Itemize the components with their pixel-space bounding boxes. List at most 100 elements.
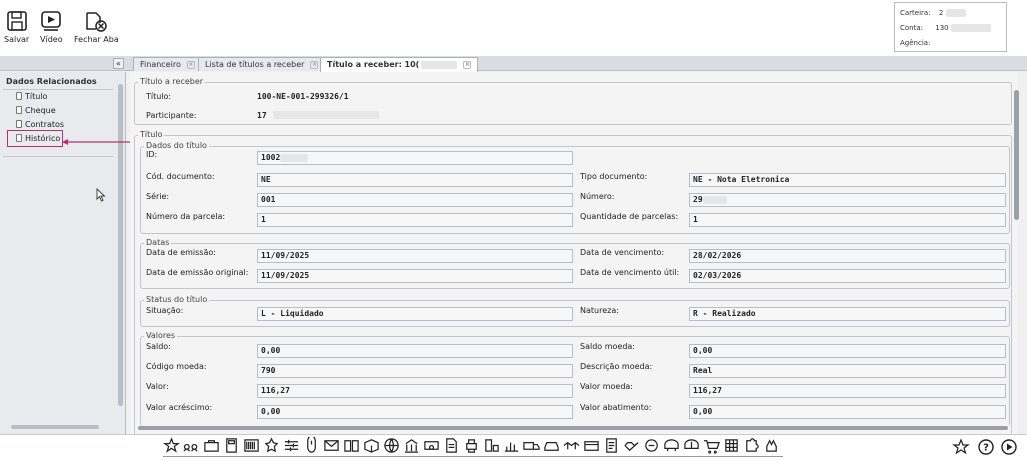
id-label: ID: [146, 150, 158, 159]
divider [3, 156, 113, 157]
truck-icon[interactable] [523, 437, 540, 454]
collapse-sidebar-button[interactable]: « [113, 58, 124, 69]
hand-icon[interactable] [763, 437, 780, 454]
box-icon[interactable] [363, 437, 380, 454]
sliders-icon[interactable] [283, 437, 300, 454]
mouse-pointer-icon [96, 188, 106, 202]
puzzle-icon[interactable] [743, 437, 760, 454]
group-titulo: Título Dados do título ID: 1002 Cód. doc… [134, 130, 1012, 435]
valor-label: Valor: [146, 382, 169, 391]
bank-icon[interactable] [403, 437, 420, 454]
valor-acrescimo-field[interactable]: 0,00 [257, 405, 573, 419]
star-icon[interactable] [163, 437, 180, 454]
main-vertical-scrollbar[interactable] [1012, 86, 1020, 420]
tipo-documento-label: Tipo documento: [580, 172, 648, 181]
main-content: Título a receber Título: 100-NE-001-2993… [130, 72, 1018, 435]
sidebar-item-cheque[interactable]: Cheque [16, 106, 56, 115]
related-data-sidebar: Dados Relacionados Título Cheque Contrat… [0, 72, 126, 434]
sidebar-item-titulo[interactable]: Título [16, 92, 47, 101]
badge-icon[interactable] [263, 437, 280, 454]
close-icon[interactable]: × [463, 60, 472, 69]
conta-value: 130 [935, 24, 949, 32]
situacao-field[interactable]: L - Liquidado [257, 307, 573, 321]
vencimento-util-field[interactable]: 02/03/2026 [689, 269, 1006, 283]
id-value: 1002 [261, 153, 281, 162]
valor-moeda-field[interactable]: 116,27 [689, 384, 1006, 398]
play-icon[interactable] [1000, 438, 1018, 456]
tab-titulo-receber[interactable]: Título a receber: 10(× [320, 57, 479, 72]
emissao-original-field[interactable]: 11/09/2025 [257, 269, 573, 283]
mail-icon[interactable] [323, 437, 340, 454]
main-horizontal-scrollbar[interactable] [134, 424, 1016, 432]
people-icon[interactable] [183, 437, 200, 454]
chart-icon[interactable] [503, 437, 520, 454]
scroll-thumb[interactable] [138, 426, 1008, 430]
numero-field[interactable]: 29 [689, 193, 1006, 207]
tab-lista-titulos[interactable]: Lista de títulos a receber × [198, 57, 326, 71]
favorite-add-icon[interactable] [952, 438, 970, 456]
save-button[interactable]: Salvar [4, 10, 29, 44]
scroll-thumb[interactable] [11, 425, 99, 429]
hands-icon[interactable] [623, 437, 640, 454]
descricao-moeda-field[interactable]: Real [689, 364, 1006, 378]
barcode-icon[interactable] [243, 437, 260, 454]
close-tab-button[interactable]: Fechar Aba [74, 10, 119, 44]
codigo-moeda-label: Código moeda: [146, 362, 207, 371]
codigo-moeda-field[interactable]: 790 [257, 364, 573, 378]
saldo-field[interactable]: 0,00 [257, 344, 573, 358]
natureza-label: Natureza: [580, 306, 619, 315]
titulo-value: 100-NE-001-299326/1 [257, 92, 349, 101]
emissao-field[interactable]: 11/09/2025 [257, 249, 573, 263]
coin-icon[interactable] [643, 437, 660, 454]
briefcase-icon[interactable] [203, 437, 220, 454]
close-icon[interactable]: × [310, 60, 319, 69]
scroll-thumb[interactable] [1014, 90, 1019, 220]
scanner-icon[interactable] [483, 437, 500, 454]
sidebar-horizontal-scrollbar[interactable] [3, 424, 113, 430]
natureza-field[interactable]: R - Realizado [689, 307, 1006, 321]
close-tab-label: Fechar Aba [74, 35, 119, 44]
sidebar-vertical-scrollbar[interactable] [117, 72, 124, 422]
tab-label: Financeiro [140, 60, 181, 69]
car-icon[interactable] [543, 437, 560, 454]
serie-field[interactable]: 001 [257, 193, 573, 207]
money2-icon[interactable] [683, 437, 700, 454]
book-icon[interactable] [343, 437, 360, 454]
qtd-parcelas-field[interactable]: 1 [689, 213, 1006, 227]
valor-field[interactable]: 116,27 [257, 384, 573, 398]
numero-parcela-field[interactable]: 1 [257, 213, 573, 227]
cart-icon[interactable] [703, 437, 720, 454]
group-dados-titulo: Dados do título ID: 1002 Cód. documento:… [140, 141, 1010, 234]
group-title: Status do título [144, 295, 210, 304]
bottom-toolbar: ? [0, 434, 1027, 462]
scroll-thumb[interactable] [118, 84, 123, 406]
redacted-block [945, 9, 966, 17]
help-icon[interactable]: ? [977, 438, 995, 456]
sidebar-item-contratos[interactable]: Contratos [16, 120, 64, 129]
mouse-icon[interactable] [303, 437, 320, 454]
valor-moeda-label: Valor moeda: [580, 382, 633, 391]
conta-label: Conta: [900, 24, 923, 32]
id-field[interactable]: 1002 [257, 151, 573, 165]
cod-documento-field[interactable]: NE [257, 173, 573, 187]
tipo-documento-field[interactable]: NE - Nota Eletronica [689, 173, 1006, 187]
doc-icon[interactable] [603, 437, 620, 454]
money-icon[interactable] [663, 437, 680, 454]
valor-abatimento-field[interactable]: 0,00 [689, 405, 1006, 419]
table-icon[interactable] [723, 437, 740, 454]
globe-icon[interactable] [383, 437, 400, 454]
qtd-parcelas-label: Quantidade de parcelas: [580, 212, 679, 221]
calculator-icon[interactable] [223, 437, 240, 454]
card-icon[interactable] [583, 437, 600, 454]
handshake-icon[interactable] [563, 437, 580, 454]
saldo-moeda-field[interactable]: 0,00 [689, 344, 1006, 358]
vencimento-field[interactable]: 28/02/2026 [689, 249, 1006, 263]
video-button[interactable]: Vídeo [40, 10, 63, 44]
close-icon[interactable]: × [186, 60, 195, 69]
module-shortcuts [163, 437, 783, 457]
printer-icon[interactable] [463, 437, 480, 454]
tab-financeiro[interactable]: Financeiro × [133, 57, 202, 71]
document-icon[interactable] [443, 437, 460, 454]
cash-icon[interactable] [423, 437, 440, 454]
numero-label: Número: [580, 192, 615, 201]
